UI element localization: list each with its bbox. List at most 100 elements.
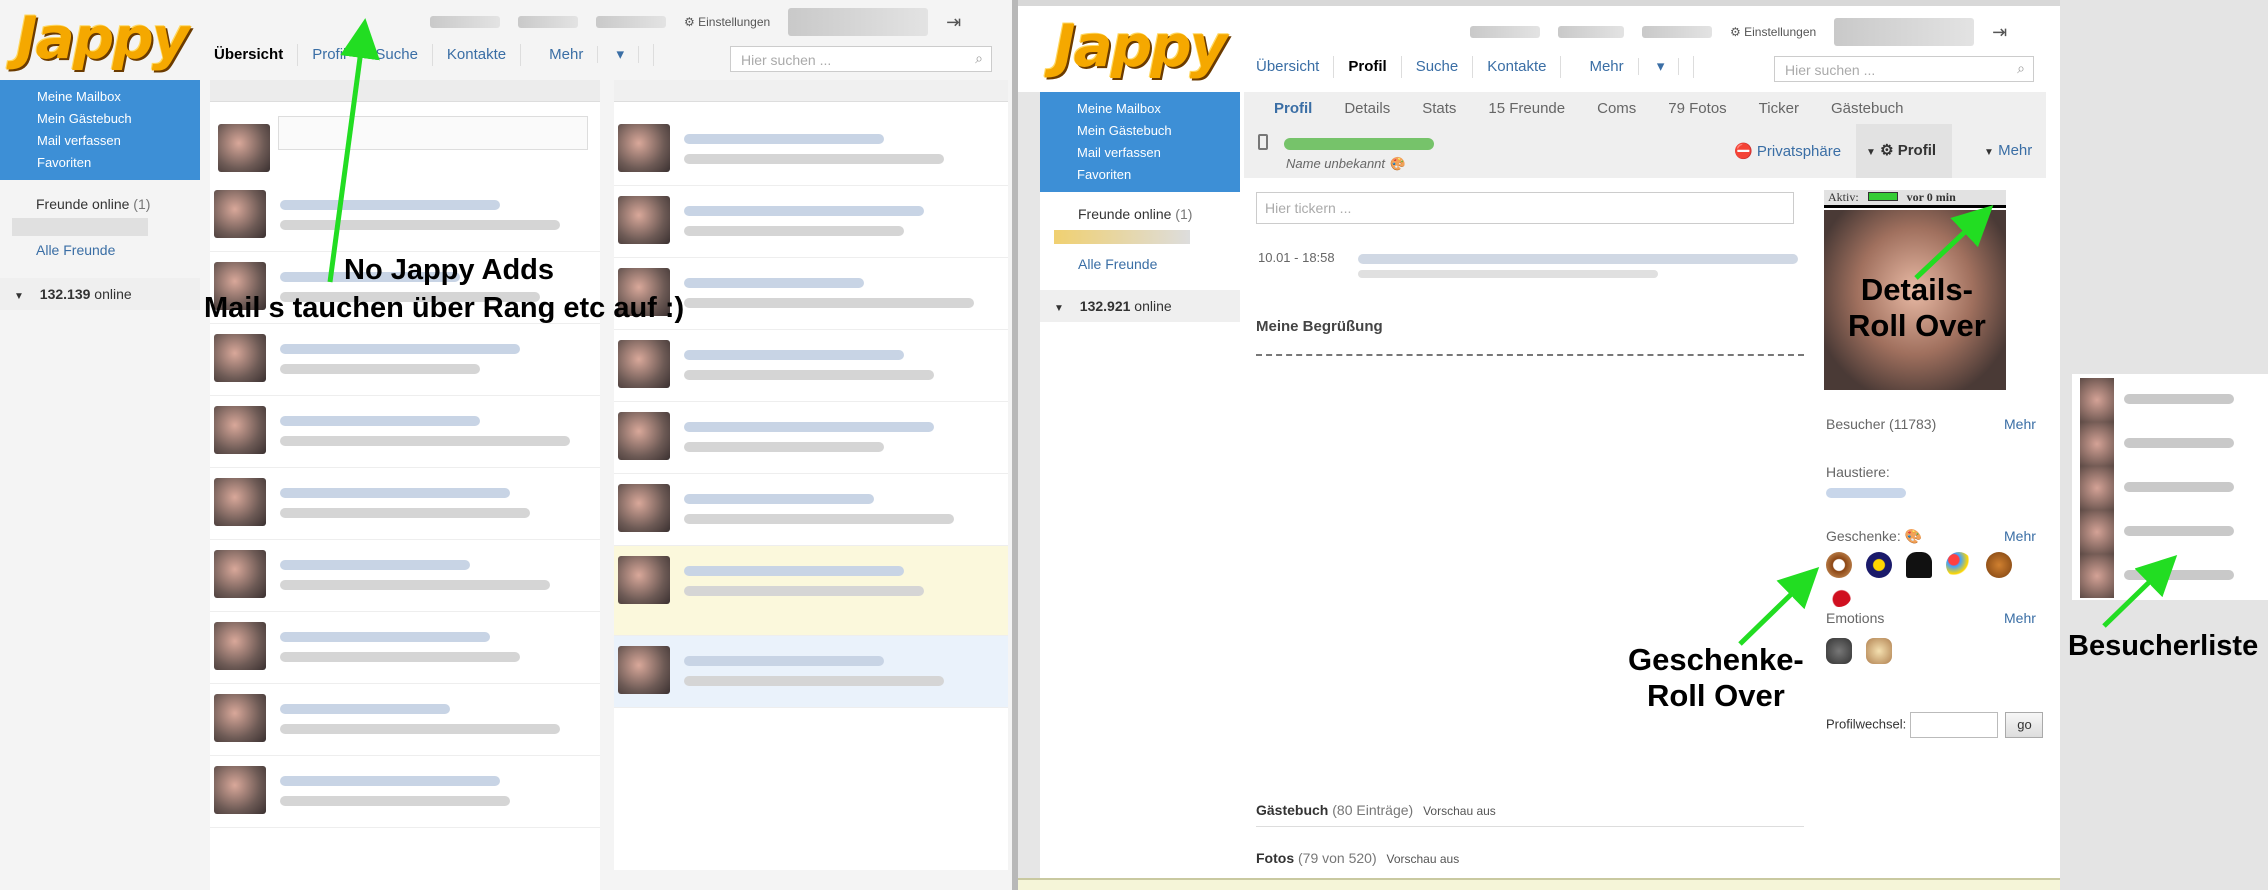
sidebar-item-favorites[interactable]: Favoriten: [0, 152, 200, 174]
subtab-details[interactable]: Details: [1328, 100, 1406, 117]
feed-thumb[interactable]: [214, 190, 266, 238]
search-icon[interactable]: ⌕: [975, 50, 983, 67]
sidebar-item-mailbox[interactable]: Meine Mailbox: [0, 86, 200, 108]
friends-online[interactable]: Freunde online (1): [1078, 206, 1192, 222]
gift-balloons-icon[interactable]: [1945, 552, 1972, 578]
triangle-down-icon[interactable]: ▼: [14, 291, 24, 302]
sidebar-item-favorites[interactable]: Favoriten: [1040, 164, 1240, 186]
feed-thumb[interactable]: [618, 340, 670, 388]
feed-thumb[interactable]: [214, 406, 266, 454]
emotion-cat-icon[interactable]: [1865, 638, 1892, 664]
search-icon[interactable]: ⌕: [2017, 60, 2025, 77]
tab-ubersicht[interactable]: Übersicht: [200, 44, 299, 66]
go-button[interactable]: go: [2005, 712, 2044, 738]
gift-teddy-icon[interactable]: [1985, 552, 2012, 578]
feed-thumb[interactable]: [618, 484, 670, 532]
tab-suche[interactable]: Suche: [1402, 56, 1474, 78]
feed-thumb[interactable]: [618, 556, 670, 604]
friends-online[interactable]: Freunde online (1): [36, 196, 150, 212]
sidebar-item-guestbook[interactable]: Mein Gästebuch: [0, 108, 200, 130]
photos-label[interactable]: Fotos: [1256, 850, 1294, 866]
tab-kontakte[interactable]: Kontakte: [433, 44, 522, 66]
subtab-coms[interactable]: Coms: [1581, 100, 1652, 117]
palette-icon: 🎨: [1904, 528, 1923, 544]
subtab-gaestebuch[interactable]: Gästebuch: [1815, 100, 1920, 117]
emotion-hug-icon[interactable]: [1826, 638, 1852, 664]
feed-thumb[interactable]: [214, 550, 266, 598]
friend-blur[interactable]: [12, 218, 148, 236]
user-avatar-blur[interactable]: [1834, 18, 1975, 46]
more-button[interactable]: ▼ Mehr: [1984, 142, 2032, 159]
tab-profil[interactable]: Profil: [1334, 56, 1402, 78]
privacy-button[interactable]: ⛔ Privatsphäre: [1734, 142, 1841, 160]
user-avatar-blur[interactable]: [788, 8, 929, 36]
sidebar-item-guestbook[interactable]: Mein Gästebuch: [1040, 120, 1240, 142]
tab-kontakte[interactable]: Kontakte: [1473, 56, 1562, 78]
gift-coffee-icon[interactable]: [1826, 552, 1852, 578]
sidebar-item-write-mail[interactable]: Mail verfassen: [1040, 142, 1240, 164]
visitor-item[interactable]: [2080, 550, 2268, 602]
feed-row: [210, 180, 600, 252]
feed-thumb[interactable]: [214, 622, 266, 670]
triangle-down-icon[interactable]: ▼: [1054, 303, 1064, 314]
profile-switch-input[interactable]: [1909, 712, 1998, 738]
status-input-blur[interactable]: [278, 116, 588, 150]
photos-preview-toggle[interactable]: Vorschau aus: [1387, 852, 1460, 866]
guestbook-preview-toggle[interactable]: Vorschau aus: [1423, 804, 1496, 818]
logout-icon[interactable]: ⇥: [1992, 22, 2007, 43]
palette-icon[interactable]: 🎨: [1389, 156, 1405, 171]
jappy-logo[interactable]: Jappy: [16, 4, 190, 72]
header-blur-2[interactable]: [518, 16, 578, 28]
logout-icon[interactable]: ⇥: [946, 12, 961, 33]
tab-ubersicht[interactable]: Übersicht: [1242, 56, 1335, 78]
header-blur-2[interactable]: [1558, 26, 1624, 38]
pets-blur[interactable]: [1826, 488, 1906, 498]
all-friends-link[interactable]: Alle Freunde: [36, 242, 115, 258]
feed-thumb[interactable]: [214, 478, 266, 526]
tab-suche[interactable]: Suche: [361, 44, 433, 66]
feed-thumb[interactable]: [618, 124, 670, 172]
gift-flower-icon[interactable]: [1865, 552, 1892, 578]
guestbook-label[interactable]: Gästebuch: [1256, 802, 1328, 818]
subtab-fotos[interactable]: 79 Fotos: [1652, 100, 1742, 117]
emotions-more-link[interactable]: Mehr: [2004, 610, 2036, 626]
settings-link[interactable]: ⚙ Einstellungen: [684, 15, 770, 29]
feed-thumb[interactable]: [618, 196, 670, 244]
tab-profil[interactable]: Profil: [298, 44, 362, 66]
all-friends-link[interactable]: Alle Freunde: [1078, 256, 1157, 272]
gift-bat-icon[interactable]: [1905, 552, 1932, 578]
feed-thumb[interactable]: [214, 766, 266, 814]
jappy-logo[interactable]: Jappy: [1054, 12, 1228, 80]
profile-button[interactable]: ▼ ⚙ Profil: [1856, 124, 1952, 178]
search-input[interactable]: Hier suchen ... ⌕: [1774, 56, 2034, 82]
gift-cherry-icon[interactable]: [1826, 581, 1852, 607]
tab-mehr[interactable]: Mehr ▾: [521, 44, 655, 66]
sidebar-item-mailbox[interactable]: Meine Mailbox: [1040, 98, 1240, 120]
subtab-profil[interactable]: Profil: [1258, 100, 1328, 117]
annotation-gifts-line2: Roll Over: [1646, 678, 1785, 713]
feed-line: [280, 632, 490, 642]
feed-thumb[interactable]: [214, 694, 266, 742]
feed-thumb[interactable]: [214, 334, 266, 382]
feed-row-highlight: [614, 546, 1008, 636]
visitors-more-link[interactable]: Mehr: [2004, 416, 2036, 432]
name-unknown: Name unbekannt 🎨: [1286, 156, 1405, 172]
friend-blur[interactable]: [1054, 230, 1190, 244]
tab-mehr[interactable]: Mehr ▾: [1561, 56, 1695, 78]
gifts-more-link[interactable]: Mehr: [2004, 528, 2036, 544]
header-blur-1[interactable]: [430, 16, 500, 28]
feed-thumb[interactable]: [618, 646, 670, 694]
feed-thumb[interactable]: [218, 124, 270, 172]
subtab-freunde[interactable]: 15 Freunde: [1472, 100, 1581, 117]
subtab-ticker[interactable]: Ticker: [1743, 100, 1815, 117]
header-blur-3[interactable]: [1642, 26, 1712, 38]
tab-mehr-label: Mehr: [535, 46, 599, 63]
subtab-stats[interactable]: Stats: [1406, 100, 1472, 117]
header-blur-3[interactable]: [596, 16, 666, 28]
search-input[interactable]: Hier suchen ... ⌕: [730, 46, 992, 72]
sidebar-item-write-mail[interactable]: Mail verfassen: [0, 130, 200, 152]
header-blur-1[interactable]: [1470, 26, 1540, 38]
feed-thumb[interactable]: [618, 412, 670, 460]
ticker-input[interactable]: Hier tickern ...: [1256, 192, 1794, 224]
settings-link[interactable]: ⚙ Einstellungen: [1730, 25, 1816, 39]
